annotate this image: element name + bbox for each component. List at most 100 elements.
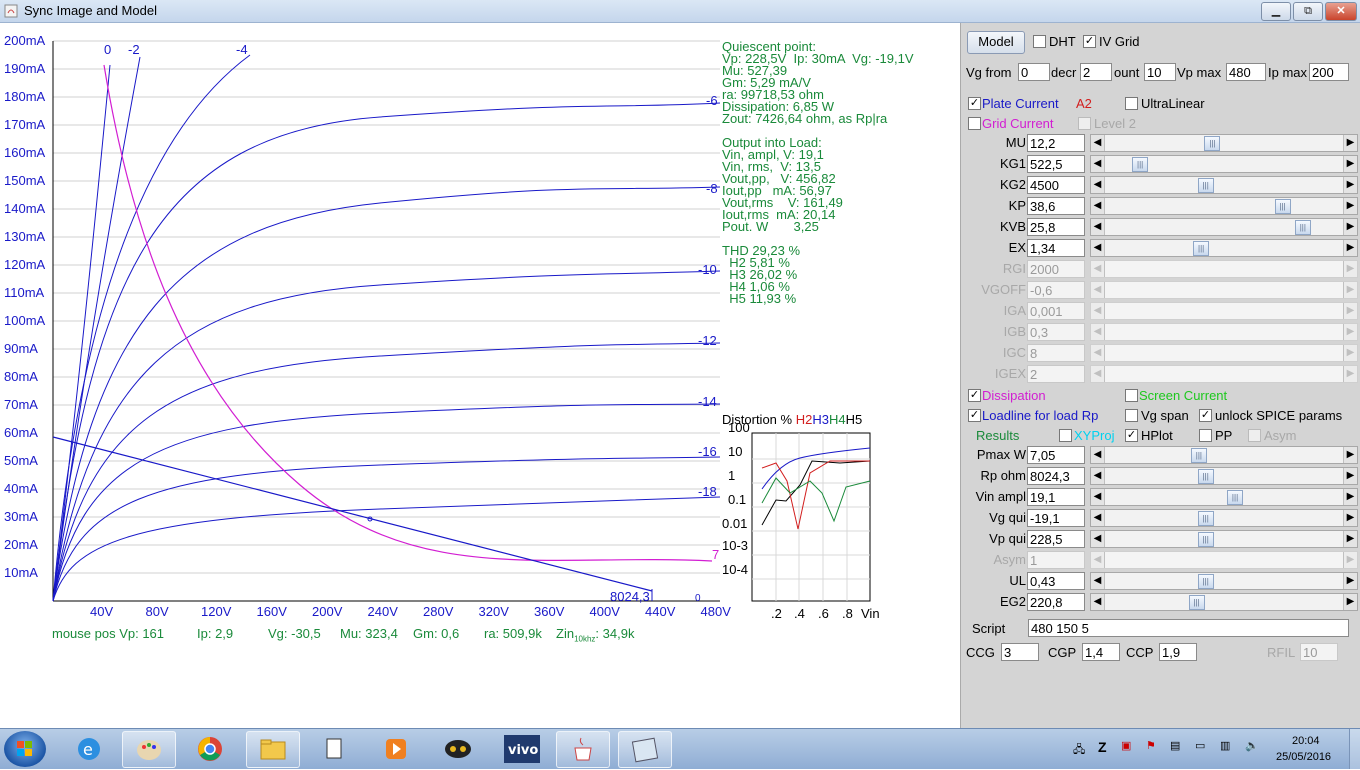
zip-tray-icon[interactable]: Z [1098, 739, 1107, 755]
slider-left-arrow-icon[interactable]: ◀ [1091, 219, 1105, 235]
ie-taskbar-button[interactable]: e [63, 731, 115, 766]
level2-checkbox[interactable] [1078, 117, 1091, 130]
pdf-tray-icon[interactable]: ▣ [1121, 739, 1131, 752]
slider-track[interactable] [1105, 303, 1343, 319]
slider-thumb[interactable]: ||| [1197, 574, 1214, 589]
slider-track[interactable] [1105, 261, 1343, 277]
param-input-vp-qui[interactable]: 228,5 [1027, 530, 1085, 548]
slider-thumb[interactable]: ||| [1193, 241, 1210, 256]
start-button[interactable] [4, 731, 46, 767]
param-slider-rgi[interactable]: ◀ ▶ [1090, 260, 1358, 278]
param-input-vgoff[interactable]: -0,6 [1027, 281, 1085, 299]
slider-thumb[interactable]: ||| [1197, 469, 1214, 484]
param-slider-vp-qui[interactable]: ◀ ||| ▶ [1090, 530, 1358, 548]
param-input-pmax-w[interactable]: 7,05 [1027, 446, 1085, 464]
param-input-vin-ampl[interactable]: 19,1 [1027, 488, 1085, 506]
param-input-kg1[interactable]: 522,5 [1027, 155, 1085, 173]
dht-checkbox[interactable] [1033, 35, 1046, 48]
param-slider-igb[interactable]: ◀ ▶ [1090, 323, 1358, 341]
slider-left-arrow-icon[interactable]: ◀ [1091, 303, 1105, 319]
slider-right-arrow-icon[interactable]: ▶ [1343, 573, 1357, 589]
slider-right-arrow-icon[interactable]: ▶ [1343, 345, 1357, 361]
slider-right-arrow-icon[interactable]: ▶ [1343, 324, 1357, 340]
volume-tray-icon[interactable]: 🔈 [1245, 739, 1259, 752]
java-taskbar-button[interactable] [556, 731, 610, 768]
slider-right-arrow-icon[interactable]: ▶ [1343, 219, 1357, 235]
param-input-eg2[interactable]: 220,8 [1027, 593, 1085, 611]
close-button[interactable]: ✕ [1325, 2, 1357, 21]
ultralinear-checkbox[interactable] [1125, 97, 1138, 110]
param-slider-vin-ampl[interactable]: ◀ ||| ▶ [1090, 488, 1358, 506]
slider-thumb[interactable]: ||| [1197, 178, 1214, 193]
clock-time[interactable]: 20:04 [1292, 735, 1320, 747]
slider-thumb[interactable]: ||| [1227, 490, 1244, 505]
slider-track[interactable] [1105, 324, 1343, 340]
ip-max-input[interactable]: 200 [1309, 63, 1349, 81]
slider-left-arrow-icon[interactable]: ◀ [1091, 468, 1105, 484]
slider-left-arrow-icon[interactable]: ◀ [1091, 240, 1105, 256]
slider-right-arrow-icon[interactable]: ▶ [1343, 240, 1357, 256]
slider-left-arrow-icon[interactable]: ◀ [1091, 156, 1105, 172]
slider-left-arrow-icon[interactable]: ◀ [1091, 324, 1105, 340]
param-input-mu[interactable]: 12,2 [1027, 134, 1085, 152]
slider-track[interactable] [1105, 345, 1343, 361]
slider-thumb[interactable]: ||| [1274, 199, 1291, 214]
slider-right-arrow-icon[interactable]: ▶ [1343, 366, 1357, 382]
script-input[interactable]: 480 150 5 [1028, 619, 1349, 637]
hplot-checkbox[interactable]: ✓ [1125, 429, 1138, 442]
slider-right-arrow-icon[interactable]: ▶ [1343, 594, 1357, 610]
slider-right-arrow-icon[interactable]: ▶ [1343, 177, 1357, 193]
slider-track[interactable]: ||| [1105, 198, 1343, 214]
param-input-kvb[interactable]: 25,8 [1027, 218, 1085, 236]
slider-right-arrow-icon[interactable]: ▶ [1343, 489, 1357, 505]
network-tray-icon[interactable]: 🖧 [1073, 741, 1085, 760]
slider-track[interactable]: ||| [1105, 177, 1343, 193]
slider-left-arrow-icon[interactable]: ◀ [1091, 594, 1105, 610]
slider-thumb[interactable]: ||| [1197, 532, 1214, 547]
plate-current-checkbox[interactable]: ✓ [968, 97, 981, 110]
slider-track[interactable] [1105, 552, 1343, 568]
slider-left-arrow-icon[interactable]: ◀ [1091, 573, 1105, 589]
param-slider-kp[interactable]: ◀ ||| ▶ [1090, 197, 1358, 215]
game-taskbar-button[interactable] [432, 731, 484, 766]
show-desktop-button[interactable] [1349, 729, 1360, 769]
param-slider-igex[interactable]: ◀ ▶ [1090, 365, 1358, 383]
ccp-input[interactable]: 1,9 [1159, 643, 1197, 661]
slider-track[interactable]: ||| [1105, 510, 1343, 526]
slider-left-arrow-icon[interactable]: ◀ [1091, 489, 1105, 505]
iv-grid-checkbox[interactable]: ✓ [1083, 35, 1096, 48]
count-input[interactable]: 10 [1144, 63, 1176, 81]
slider-track[interactable]: ||| [1105, 531, 1343, 547]
vg-from-input[interactable]: 0 [1018, 63, 1050, 81]
slider-right-arrow-icon[interactable]: ▶ [1343, 282, 1357, 298]
files-taskbar-button[interactable] [308, 731, 360, 766]
ccg-input[interactable]: 3 [1001, 643, 1039, 661]
dissipation-checkbox[interactable]: ✓ [968, 389, 981, 402]
paint-taskbar-button[interactable] [122, 731, 176, 768]
param-input-rp-ohm[interactable]: 8024,3 [1027, 467, 1085, 485]
screen-current-checkbox[interactable] [1125, 389, 1138, 402]
slider-left-arrow-icon[interactable]: ◀ [1091, 447, 1105, 463]
asym-checkbox[interactable] [1248, 429, 1261, 442]
slider-left-arrow-icon[interactable]: ◀ [1091, 345, 1105, 361]
param-slider-kvb[interactable]: ◀ ||| ▶ [1090, 218, 1358, 236]
slider-thumb[interactable]: ||| [1197, 511, 1214, 526]
slider-track[interactable]: ||| [1105, 240, 1343, 256]
decr-input[interactable]: 2 [1080, 63, 1112, 81]
slider-left-arrow-icon[interactable]: ◀ [1091, 135, 1105, 151]
param-slider-eg2[interactable]: ◀ ||| ▶ [1090, 593, 1358, 611]
param-input-igex[interactable]: 2 [1027, 365, 1085, 383]
slider-right-arrow-icon[interactable]: ▶ [1343, 531, 1357, 547]
slider-thumb[interactable]: ||| [1294, 220, 1311, 235]
param-input-igb[interactable]: 0,3 [1027, 323, 1085, 341]
param-slider-iga[interactable]: ◀ ▶ [1090, 302, 1358, 320]
slider-thumb[interactable]: ||| [1204, 136, 1221, 151]
param-input-asym[interactable]: 1 [1027, 551, 1085, 569]
slider-right-arrow-icon[interactable]: ▶ [1343, 468, 1357, 484]
param-slider-rp-ohm[interactable]: ◀ ||| ▶ [1090, 467, 1358, 485]
vivo-taskbar-button[interactable]: vivo [496, 731, 548, 766]
slider-left-arrow-icon[interactable]: ◀ [1091, 366, 1105, 382]
slider-right-arrow-icon[interactable]: ▶ [1343, 261, 1357, 277]
param-input-iga[interactable]: 0,001 [1027, 302, 1085, 320]
slider-right-arrow-icon[interactable]: ▶ [1343, 303, 1357, 319]
